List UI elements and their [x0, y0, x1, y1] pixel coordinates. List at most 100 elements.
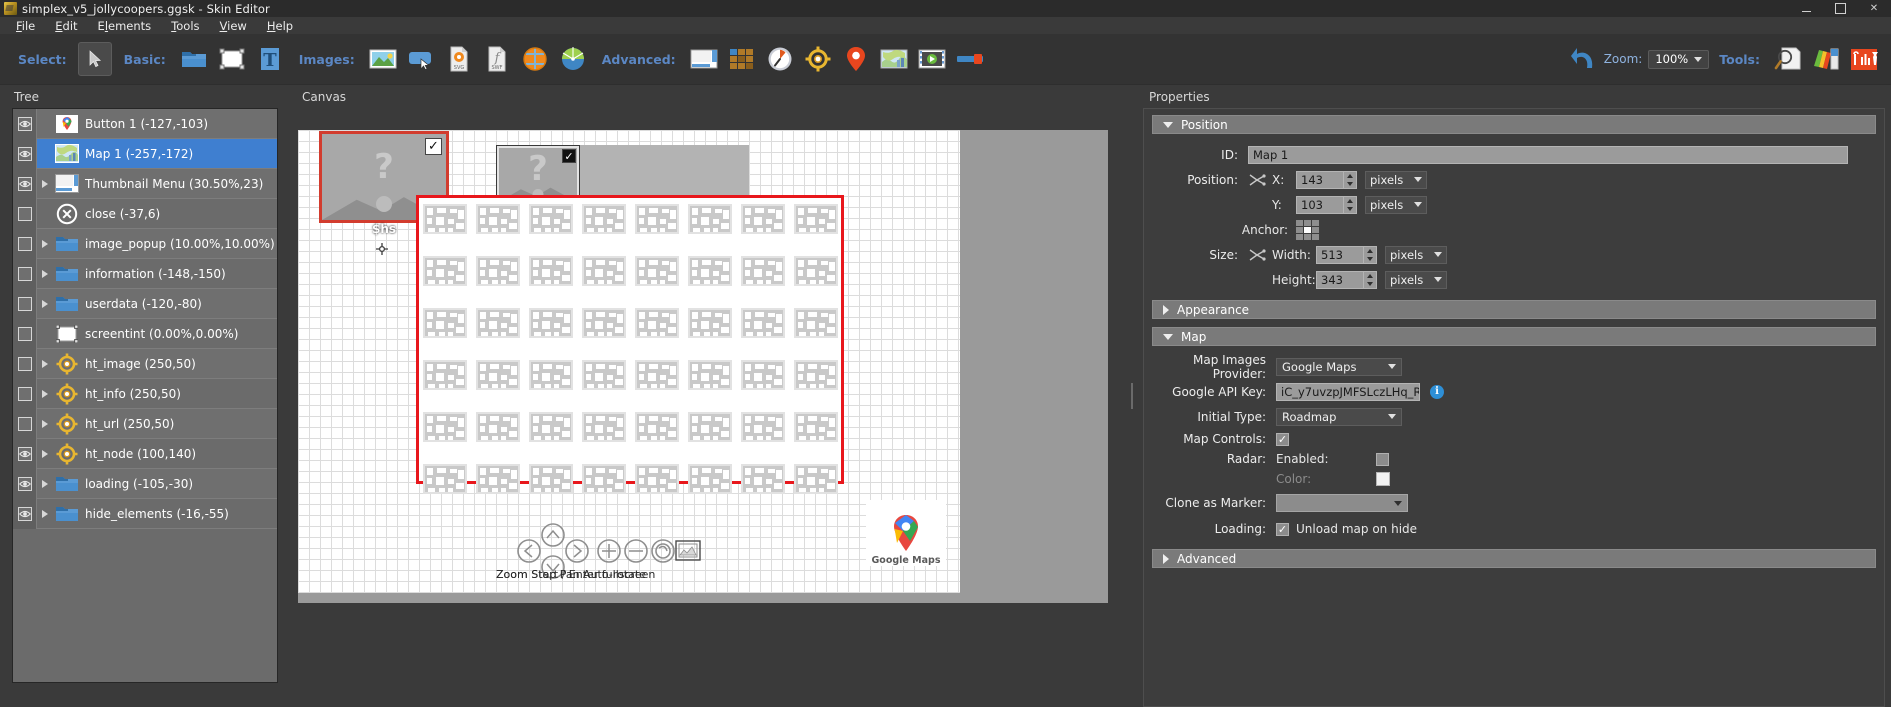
compass-icon[interactable]	[763, 42, 797, 76]
y-unit-select[interactable]: pixels	[1365, 195, 1427, 214]
expand-arrow[interactable]	[37, 389, 53, 398]
tree-item-loading[interactable]: loading (-105,-30)	[13, 468, 277, 499]
x-unit-select[interactable]: pixels	[1365, 170, 1427, 189]
image-icon[interactable]	[366, 42, 400, 76]
expand-arrow[interactable]	[37, 359, 53, 368]
expand-arrow[interactable]	[37, 299, 53, 308]
checkbox-overlay-icon[interactable]: ✓	[425, 138, 442, 155]
width-stepper[interactable]	[1364, 245, 1377, 264]
tree-item-image_popup[interactable]: image_popup (10.00%,10.00%)	[13, 228, 277, 259]
minimize-button[interactable]	[1789, 0, 1823, 17]
link-size-icon[interactable]	[1248, 247, 1266, 263]
tree-item-ht_info[interactable]: ht_info (250,50)	[13, 378, 277, 409]
undo-arrow-icon[interactable]	[1568, 42, 1602, 76]
menu-item-tools[interactable]: Tools	[161, 18, 209, 34]
map-pin-icon[interactable]	[839, 42, 873, 76]
video-icon[interactable]	[915, 42, 949, 76]
width-unit-select[interactable]: pixels	[1385, 245, 1447, 264]
section-header-position[interactable]: Position	[1152, 115, 1876, 134]
canvas-properties-splitter[interactable]	[1129, 85, 1135, 707]
loading-checkbox[interactable]: ✓	[1276, 522, 1289, 536]
visibility-toggle[interactable]	[13, 138, 37, 169]
radar-color-swatch[interactable]	[1376, 472, 1390, 486]
swf-file-icon[interactable]: f SWF	[480, 42, 514, 76]
height-input[interactable]: 343	[1316, 270, 1364, 289]
color-palette-icon[interactable]	[1809, 42, 1843, 76]
tree-item-ht_image[interactable]: ht_image (250,50)	[13, 348, 277, 379]
visibility-toggle[interactable]	[13, 378, 37, 409]
folder-icon[interactable]	[177, 42, 211, 76]
button-icon[interactable]	[404, 42, 438, 76]
api-key-input[interactable]: iC_y7uvzpJMFSLczLHq_RGZnckuQ	[1276, 382, 1420, 401]
menu-item-elements[interactable]: Elements	[88, 18, 162, 34]
tree-item-thumbnail[interactable]: Thumbnail Menu (30.50%,23)	[13, 168, 277, 199]
menu-item-file[interactable]: File	[6, 18, 45, 34]
expand-arrow[interactable]	[37, 449, 53, 458]
radar-icon[interactable]	[556, 42, 590, 76]
tree-item-screentint[interactable]: screentint (0.00%,0.00%)	[13, 318, 277, 349]
expand-arrow[interactable]	[37, 179, 53, 188]
visibility-toggle[interactable]	[13, 168, 37, 199]
canvas-area[interactable]: ✓ $hs ✓	[298, 108, 1129, 707]
section-header-map[interactable]: Map	[1152, 327, 1876, 346]
visibility-toggle[interactable]	[13, 109, 37, 139]
expand-arrow[interactable]	[37, 269, 53, 278]
magnifier-inspect-icon[interactable]	[1771, 42, 1805, 76]
tree-item-ht_url[interactable]: ht_url (250,50)	[13, 408, 277, 439]
element-handle-icon[interactable]	[376, 243, 388, 255]
tree-item-userdata[interactable]: userdata (-120,-80)	[13, 288, 277, 319]
zoom-select[interactable]: 100%	[1648, 49, 1710, 69]
visibility-toggle[interactable]	[13, 288, 37, 319]
visibility-toggle[interactable]	[13, 408, 37, 439]
y-stepper[interactable]	[1344, 195, 1357, 214]
x-stepper[interactable]	[1344, 170, 1357, 189]
thumbnail-menu-icon[interactable]	[687, 42, 721, 76]
expand-arrow[interactable]	[37, 509, 53, 518]
visibility-toggle[interactable]	[13, 258, 37, 289]
map-icon[interactable]	[877, 42, 911, 76]
visibility-toggle[interactable]	[13, 468, 37, 499]
map-controls-checkbox[interactable]: ✓	[1276, 432, 1289, 446]
toolbox-icon[interactable]	[1847, 42, 1881, 76]
id-input[interactable]: Map 1	[1248, 145, 1848, 164]
initial-type-select[interactable]: Roadmap	[1276, 407, 1402, 426]
width-input[interactable]: 513	[1316, 245, 1364, 264]
rectangle-icon[interactable]	[215, 42, 249, 76]
globe-icon[interactable]	[518, 42, 552, 76]
height-stepper[interactable]	[1364, 270, 1377, 289]
close-button[interactable]	[1857, 0, 1891, 17]
x-input[interactable]: 143	[1296, 170, 1344, 189]
tree-item-close[interactable]: close (-37,6)	[13, 198, 277, 229]
section-header-appearance[interactable]: Appearance	[1152, 300, 1876, 319]
visibility-toggle[interactable]	[13, 348, 37, 379]
visibility-toggle[interactable]	[13, 198, 37, 229]
text-icon[interactable]: T	[253, 42, 287, 76]
tree-item-ht_node[interactable]: ht_node (100,140)	[13, 438, 277, 469]
tree-item-information[interactable]: information (-148,-150)	[13, 258, 277, 289]
anchor-selector[interactable]	[1296, 219, 1319, 240]
tree-item-button[interactable]: Button 1 (-127,-103)	[13, 109, 277, 139]
map-element-selection[interactable]	[416, 195, 844, 494]
checkbox-checked-icon[interactable]: ✓	[562, 149, 576, 163]
radar-enabled-checkbox[interactable]	[1376, 452, 1389, 466]
expand-arrow[interactable]	[37, 239, 53, 248]
height-unit-select[interactable]: pixels	[1385, 270, 1447, 289]
section-header-advanced[interactable]: Advanced	[1152, 549, 1876, 568]
expand-arrow[interactable]	[37, 479, 53, 488]
menu-item-help[interactable]: Help	[257, 18, 303, 34]
tree-item-hide_elements[interactable]: hide_elements (-16,-55)	[13, 498, 277, 529]
provider-select[interactable]: Google Maps	[1276, 357, 1402, 376]
clone-marker-select[interactable]	[1276, 494, 1408, 512]
visibility-toggle[interactable]	[13, 318, 37, 349]
menu-item-edit[interactable]: Edit	[45, 18, 87, 34]
arrow-cursor-icon[interactable]	[77, 42, 112, 76]
visibility-toggle[interactable]	[13, 228, 37, 259]
info-icon[interactable]: i	[1430, 384, 1444, 399]
visibility-toggle[interactable]	[13, 438, 37, 469]
link-position-icon[interactable]	[1248, 172, 1266, 188]
hotspot-target-icon[interactable]	[801, 42, 835, 76]
tile-grid-icon[interactable]	[725, 42, 759, 76]
visibility-toggle[interactable]	[13, 498, 37, 529]
maximize-button[interactable]	[1823, 0, 1857, 17]
y-input[interactable]: 103	[1296, 195, 1344, 214]
